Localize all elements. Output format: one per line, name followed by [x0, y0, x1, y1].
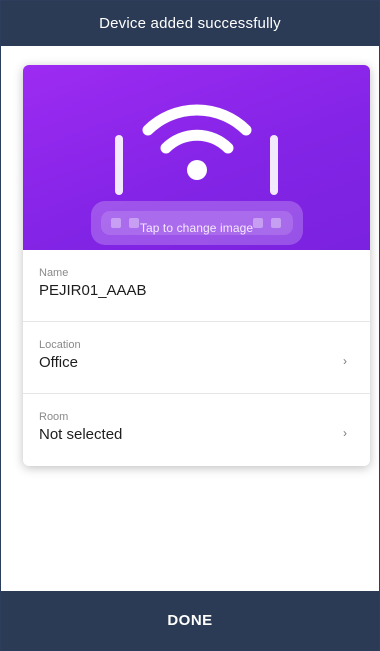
- left-antenna-icon: [115, 135, 123, 195]
- wifi-arc-outer-icon: [142, 104, 252, 136]
- change-image-hint: Tap to change image: [139, 221, 254, 235]
- name-field[interactable]: Name PEJIR01_AAAB: [23, 250, 370, 322]
- device-card: Tap to change image Name PEJIR01_AAAB Lo…: [23, 65, 370, 466]
- header-bar: Device added successfully: [1, 1, 379, 46]
- name-value: PEJIR01_AAAB: [39, 282, 147, 299]
- done-button[interactable]: DONE: [1, 591, 379, 650]
- page-title: Device added successfully: [99, 15, 281, 32]
- wifi-arc-inner-icon: [160, 129, 234, 154]
- room-value: Not selected: [39, 426, 123, 443]
- chevron-right-icon: ›: [343, 426, 347, 440]
- done-button-label: DONE: [167, 612, 213, 629]
- room-label: Room: [39, 411, 69, 423]
- wifi-dot-icon: [187, 160, 207, 180]
- chevron-right-icon: ›: [343, 354, 347, 368]
- location-label: Location: [39, 339, 81, 351]
- right-antenna-icon: [270, 135, 278, 195]
- room-field[interactable]: Room Not selected ›: [23, 394, 370, 466]
- screen: Device added successfully Tap to change …: [1, 1, 379, 650]
- name-label: Name: [39, 267, 69, 279]
- content-area: Tap to change image Name PEJIR01_AAAB Lo…: [1, 46, 379, 591]
- device-image-area[interactable]: Tap to change image: [23, 65, 370, 250]
- location-field[interactable]: Location Office ›: [23, 322, 370, 394]
- location-value: Office: [39, 354, 78, 371]
